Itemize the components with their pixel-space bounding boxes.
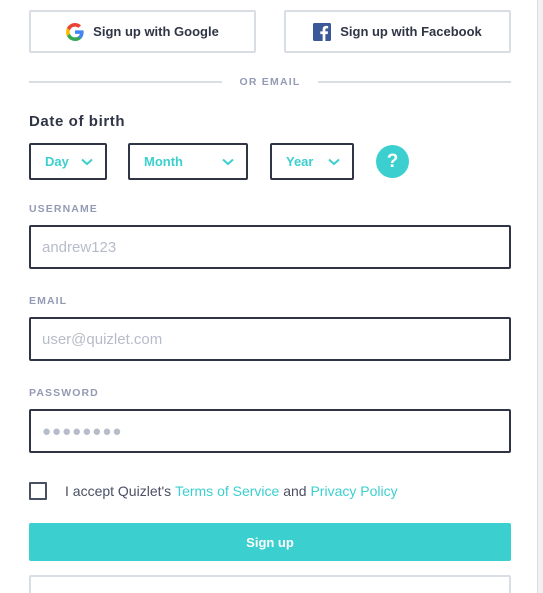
password-input[interactable] — [29, 409, 511, 453]
password-label: PASSWORD — [29, 387, 99, 399]
divider-label: OR EMAIL — [239, 76, 301, 88]
terms-and: and — [279, 483, 311, 499]
email-input[interactable] — [29, 317, 511, 361]
google-logo-icon — [66, 22, 84, 41]
chevron-down-icon — [222, 158, 234, 166]
dob-day-select[interactable]: Day — [29, 143, 107, 180]
dob-month-select[interactable]: Month — [128, 143, 248, 180]
facebook-logo-icon — [313, 22, 332, 41]
username-label: USERNAME — [29, 203, 98, 215]
username-input[interactable] — [29, 225, 511, 269]
chevron-down-icon — [328, 158, 340, 166]
email-label: EMAIL — [29, 295, 68, 307]
dob-year-select[interactable]: Year — [270, 143, 354, 180]
dob-help-button[interactable]: ? — [376, 145, 409, 178]
google-signup-label: Sign up with Google — [93, 24, 219, 39]
chevron-down-icon — [81, 158, 93, 166]
dob-year-value: Year — [286, 154, 314, 169]
page-right-edge — [537, 0, 543, 593]
google-signup-button[interactable]: Sign up with Google — [29, 10, 256, 53]
dob-month-value: Month — [144, 154, 183, 169]
sign-up-button[interactable]: Sign up — [29, 523, 511, 561]
facebook-signup-button[interactable]: Sign up with Facebook — [284, 10, 511, 53]
terms-of-service-link[interactable]: Terms of Service — [175, 483, 279, 499]
dob-label: Date of birth — [29, 113, 126, 130]
divider-line-left — [29, 81, 222, 83]
facebook-signup-label: Sign up with Facebook — [340, 24, 482, 39]
dob-day-value: Day — [45, 154, 69, 169]
question-mark-icon: ? — [386, 150, 399, 172]
or-email-divider: OR EMAIL — [29, 74, 511, 90]
privacy-policy-link[interactable]: Privacy Policy — [310, 483, 397, 499]
terms-checkbox[interactable] — [29, 482, 47, 500]
terms-row: I accept Quizlet's Terms of Service and … — [29, 481, 398, 501]
log-in-button[interactable] — [29, 575, 511, 593]
divider-line-right — [318, 81, 511, 83]
terms-prefix: I accept Quizlet's — [65, 483, 176, 499]
